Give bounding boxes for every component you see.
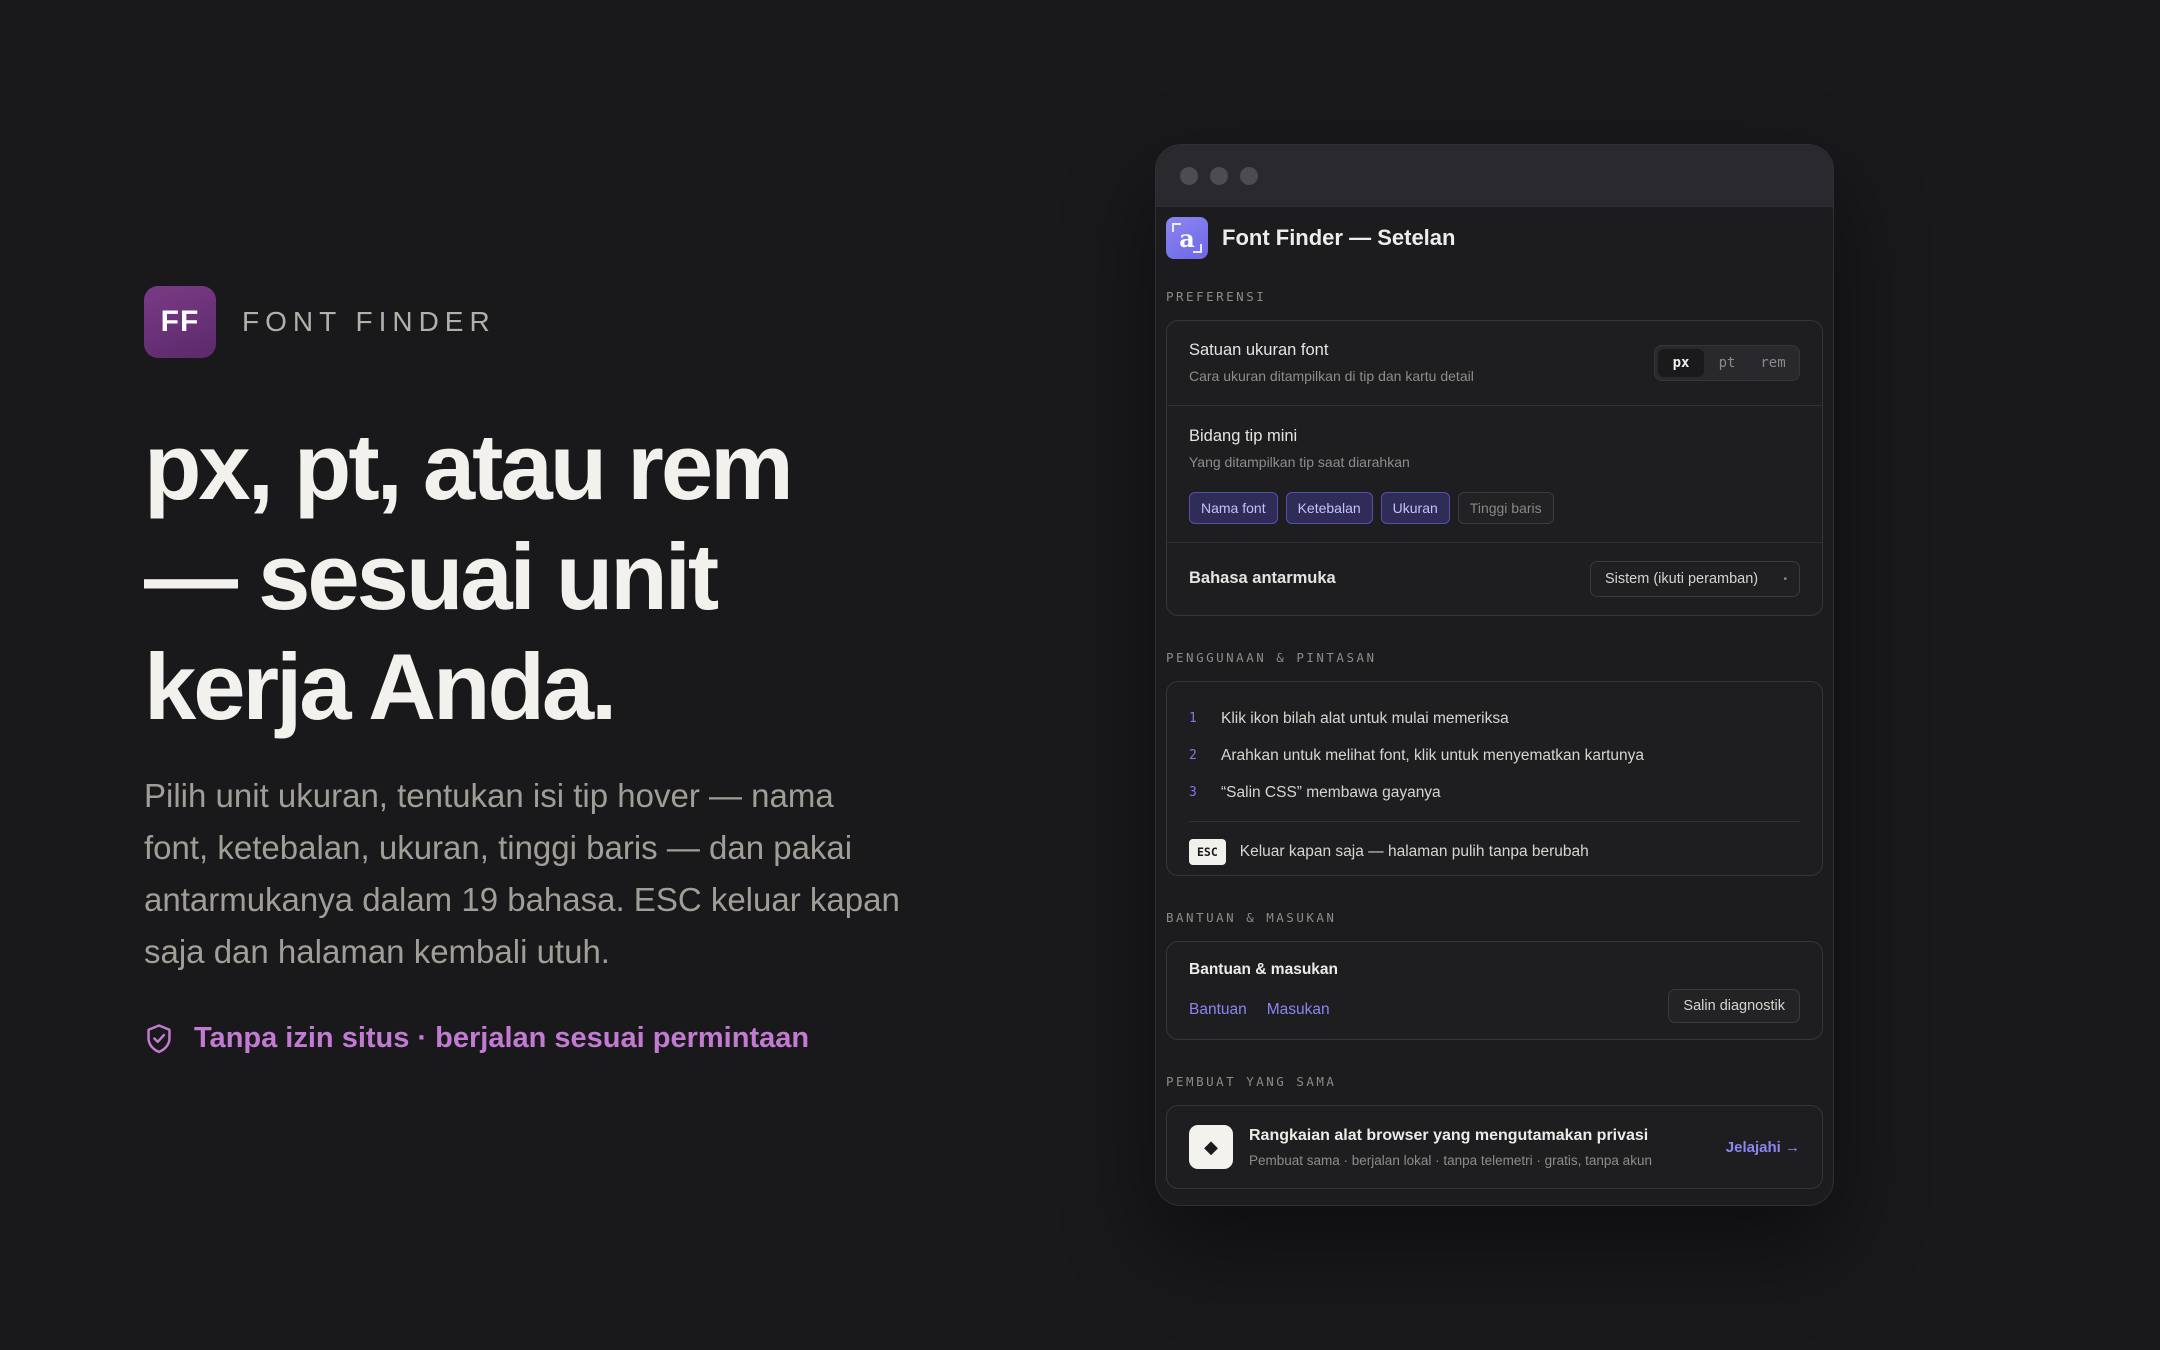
window-titlebar xyxy=(1156,145,1833,207)
window-close-dot[interactable] xyxy=(1180,166,1198,185)
unit-row: Satuan ukuran font Cara ukuran ditampilk… xyxy=(1167,321,1822,405)
browser-window: a Font Finder — Setelan PREFERENSI Satua… xyxy=(1155,144,1834,1206)
section-label-usage: PENGGUNAAN & PINTASAN xyxy=(1166,650,1377,665)
brand-name: FONT FINDER xyxy=(242,306,496,337)
unit-option-px[interactable]: px xyxy=(1658,349,1704,377)
brand-logo: FF xyxy=(144,286,216,358)
step-number: 2 xyxy=(1189,748,1197,763)
panel-title: Font Finder — Setelan xyxy=(1222,225,1456,250)
esc-text: Keluar kapan saja — halaman pulih tanpa … xyxy=(1239,842,1589,860)
tip-field-chips: Nama font Ketebalan Ukuran Tinggi baris xyxy=(1189,492,1800,524)
esc-key: ESC xyxy=(1189,838,1226,865)
language-select[interactable]: Sistem (ikuti peramban) • xyxy=(1590,561,1800,597)
step-text: Arahkan untuk melihat font, klik untuk m… xyxy=(1221,746,1645,764)
section-label-maker: PEMBUAT YANG SAMA xyxy=(1166,1074,1337,1089)
headline: px, pt, atau rem — sesuai unit kerja And… xyxy=(144,412,964,742)
maker-texts: Rangkaian alat browser yang mengutamakan… xyxy=(1249,1127,1710,1168)
tip-fields-title: Bidang tip mini xyxy=(1189,427,1298,445)
language-row: Bahasa antarmuka Sistem (ikuti peramban)… xyxy=(1167,542,1822,615)
step-text: “Salin CSS” membawa gayanya xyxy=(1221,783,1441,801)
usage-card: 1 Klik ikon bilah alat untuk mulai memer… xyxy=(1166,681,1823,876)
help-title: Bantuan & masukan xyxy=(1189,961,1339,978)
copy-diagnostics-button[interactable]: Salin diagnostik xyxy=(1668,989,1800,1023)
usage-step: 3 “Salin CSS” membawa gayanya xyxy=(1189,774,1800,811)
feedback-link[interactable]: Masukan xyxy=(1267,1001,1330,1019)
chip-font-name[interactable]: Nama font xyxy=(1189,492,1278,524)
tip-fields-subtitle: Yang ditampilkan tip saat diarahkan xyxy=(1189,454,1410,470)
language-select-value: Sistem (ikuti peramban) xyxy=(1605,571,1759,587)
shield-check-icon xyxy=(147,1023,171,1053)
usage-step: 2 Arahkan untuk melihat font, klik untuk… xyxy=(1189,737,1800,774)
lede-paragraph: Pilih unit ukuran, tentukan isi tip hove… xyxy=(144,777,900,970)
usage-step: 1 Klik ikon bilah alat untuk mulai memer… xyxy=(1189,700,1800,737)
headline-line-1: px, pt, atau rem xyxy=(144,414,794,519)
maker-card[interactable]: ◆ Rangkaian alat browser yang mengutamak… xyxy=(1166,1105,1823,1189)
diamond-icon: ◆ xyxy=(1189,1125,1233,1169)
preferences-card: Satuan ukuran font Cara ukuran ditampilk… xyxy=(1166,320,1823,616)
panel-header: a Font Finder — Setelan xyxy=(1166,207,1823,269)
unit-option-rem[interactable]: rem xyxy=(1750,349,1796,377)
window-minimize-dot[interactable] xyxy=(1210,166,1228,185)
esc-shortcut-row: ESC Keluar kapan saja — halaman pulih ta… xyxy=(1189,821,1800,881)
font-finder-app-icon: a xyxy=(1166,217,1208,259)
trust-text: Tanpa izin situs · berjalan sesuai permi… xyxy=(194,1022,810,1054)
step-number: 3 xyxy=(1189,785,1197,800)
chip-size[interactable]: Ukuran xyxy=(1380,492,1450,524)
brand: FF FONT FINDER xyxy=(144,286,496,358)
headline-line-3: kerja Anda. xyxy=(144,634,617,739)
headline-line-2: — sesuai unit xyxy=(144,524,719,629)
chip-line-height[interactable]: Tinggi baris xyxy=(1457,492,1554,524)
tip-fields-row: Bidang tip mini Yang ditampilkan tip saa… xyxy=(1167,405,1822,542)
help-link[interactable]: Bantuan xyxy=(1189,1001,1247,1019)
section-label-preferences: PREFERENSI xyxy=(1166,289,1267,304)
help-card: Bantuan & masukan Bantuan Masukan Salin … xyxy=(1166,941,1823,1040)
usage-steps: 1 Klik ikon bilah alat untuk mulai memer… xyxy=(1167,682,1822,811)
trust-line: Tanpa izin situs · berjalan sesuai permi… xyxy=(144,1022,809,1055)
window-zoom-dot[interactable] xyxy=(1240,166,1258,185)
step-text: Klik ikon bilah alat untuk mulai memerik… xyxy=(1221,709,1509,727)
chip-weight[interactable]: Ketebalan xyxy=(1285,492,1373,524)
unit-segmented-control: px pt rem xyxy=(1654,345,1800,381)
maker-title: Rangkaian alat browser yang mengutamakan… xyxy=(1249,1126,1649,1144)
chevron-down-icon: • xyxy=(1783,573,1787,585)
step-number: 1 xyxy=(1189,711,1197,726)
settings-panel: a Font Finder — Setelan PREFERENSI Satua… xyxy=(1166,207,1823,1205)
maker-subtitle: Pembuat sama · berjalan lokal · tanpa te… xyxy=(1249,1152,1652,1168)
explore-link[interactable]: Jelajahi → xyxy=(1726,1139,1800,1156)
maker-row: ◆ Rangkaian alat browser yang mengutamak… xyxy=(1167,1106,1822,1188)
section-label-help: BANTUAN & MASUKAN xyxy=(1166,910,1337,925)
unit-option-pt[interactable]: pt xyxy=(1704,349,1750,377)
